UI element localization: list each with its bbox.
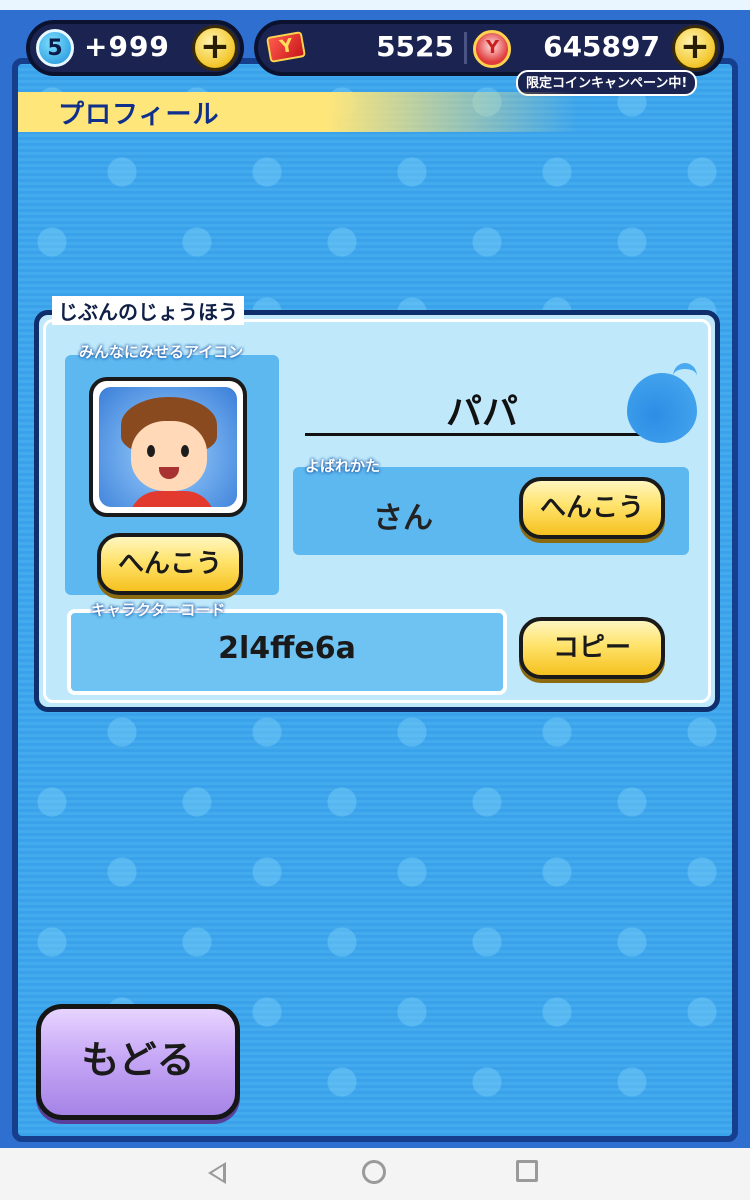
avatar [89,377,247,517]
nav-recents-icon[interactable] [516,1160,538,1182]
icon-box: みんなにみせるアイコン へんこう [65,343,279,595]
suffix-label: よばれかた [305,457,381,475]
title-banner: プロフィール [18,92,578,132]
avatar-face [131,421,207,491]
android-nav-bar [0,1148,750,1200]
ticket-count: 5525 [376,30,454,63]
currency-pill: 5525 645897 + [254,20,724,76]
add-stamina-button[interactable]: + [192,25,238,71]
ymoney-count: 645897 [543,30,660,63]
copy-code-button[interactable]: コピー [519,617,665,679]
icon-box-label: みんなにみせるアイコン [79,343,244,361]
stamina-pill: 5 +999 + [26,20,244,76]
nav-back-icon[interactable] [208,1162,226,1184]
character-code-box: キャラクターコード 2l4ffe6a [67,601,507,695]
back-button[interactable]: もどる [36,1004,240,1120]
suffix-value: さん [373,501,433,536]
nav-home-icon[interactable] [362,1160,386,1184]
avatar-eye-right [181,445,189,457]
name-underline [305,433,659,436]
page-title: プロフィール [58,100,220,130]
player-name[interactable]: パパ [305,383,659,435]
ymoney-icon [473,30,511,68]
divider [464,32,467,64]
change-suffix-button[interactable]: へんこう [519,477,665,539]
stamina-value: +999 [84,30,170,63]
avatar-portrait-icon [99,387,237,507]
add-currency-button[interactable]: + [672,25,718,71]
level-badge: 5 [36,29,74,67]
profile-panel: みんなにみせるアイコン へんこう パパ よばれかた さん へんこう キャラクター… [34,310,720,712]
section-label: じぶんのじょうほう [52,296,244,325]
ticket-icon [266,31,306,63]
avatar-shirt [129,491,215,507]
avatar-eye-left [147,445,155,457]
top-strip [0,0,750,10]
spirit-drop-icon [627,363,697,443]
game-screen: 5 +999 + 5525 645897 + 限定コインキャンペーン中! プロフ… [0,0,750,1148]
change-icon-button[interactable]: へんこう [97,533,243,595]
character-code-value: 2l4ffe6a [218,631,356,666]
character-code-label: キャラクターコード [91,601,226,619]
